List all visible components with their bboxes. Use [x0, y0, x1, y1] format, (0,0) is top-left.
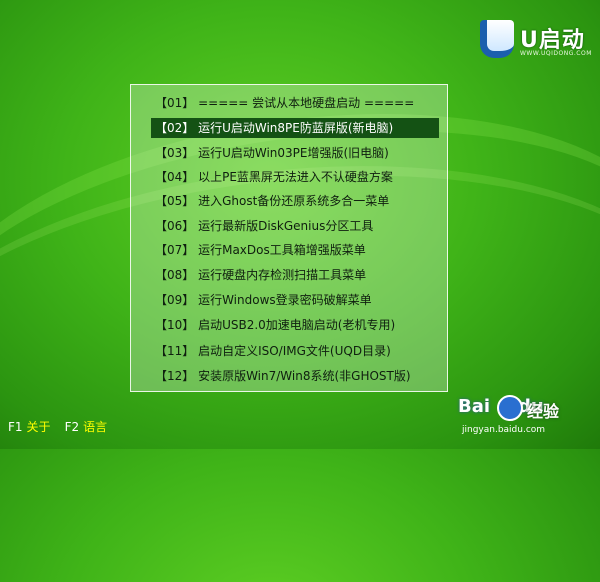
menu-item-03[interactable]: 【03】 运行U启动Win03PE增强版(旧电脑)	[155, 143, 389, 163]
menu-item-08[interactable]: 【08】 运行硬盘内存检测扫描工具菜单	[155, 265, 366, 285]
menu-item-02-selected[interactable]: 【02】 运行U启动Win8PE防蓝屏版(新电脑)	[151, 118, 439, 138]
menu-item-01[interactable]: 【01】 ===== 尝试从本地硬盘启动 =====	[155, 93, 414, 113]
menu-item-07[interactable]: 【07】 运行MaxDos工具箱增强版菜单	[155, 240, 366, 260]
menu-item-05[interactable]: 【05】 进入Ghost备份还原系统多合一菜单	[155, 191, 389, 211]
f2-key[interactable]: F2	[65, 420, 80, 434]
f2-language-label[interactable]: 语言	[83, 420, 107, 434]
menu-item-10[interactable]: 【10】 启动USB2.0加速电脑启动(老机专用)	[155, 315, 395, 335]
function-key-bar: F1 关于 F2 语言	[8, 418, 107, 435]
uqidong-logo: U启动 WWW.UQIDONG.COM	[480, 18, 592, 62]
u-logo-icon	[480, 20, 514, 58]
menu-item-04[interactable]: 【04】 以上PE蓝黑屏无法进入不认硬盘方案	[155, 167, 393, 187]
menu-item-06[interactable]: 【06】 运行最新版DiskGenius分区工具	[155, 216, 373, 236]
baidu-paw-icon	[497, 395, 523, 421]
menu-item-12[interactable]: 【12】 安装原版Win7/Win8系统(非GHOST版)	[155, 366, 411, 386]
f1-about-label[interactable]: 关于	[27, 420, 51, 434]
baidu-jingyan-url: jingyan.baidu.com	[462, 425, 546, 435]
f1-key[interactable]: F1	[8, 420, 23, 434]
baidu-jingyan-text: 经验	[527, 402, 560, 421]
menu-item-11[interactable]: 【11】 启动自定义ISO/IMG文件(UQD目录)	[155, 341, 391, 361]
logo-url-text: WWW.UQIDONG.COM	[520, 50, 592, 57]
menu-item-09[interactable]: 【09】 运行Windows登录密码破解菜单	[155, 290, 372, 310]
boot-menu: 【01】 ===== 尝试从本地硬盘启动 ===== 【02】 运行U启动Win…	[130, 84, 448, 392]
